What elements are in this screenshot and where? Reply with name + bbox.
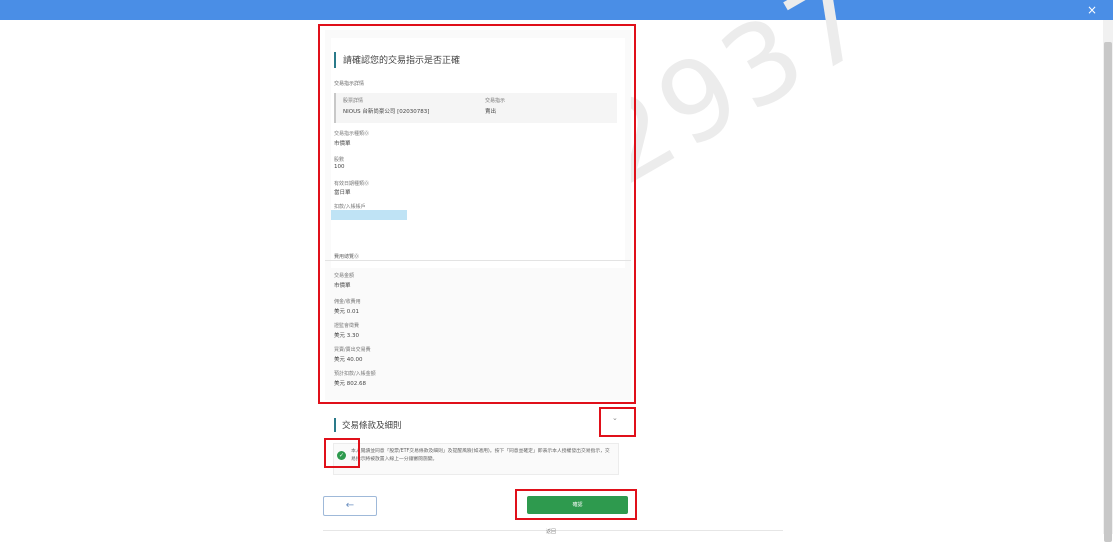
validity-value: 當日單	[334, 190, 351, 196]
title-accent	[334, 52, 336, 68]
trade-amount-value: 市價單	[334, 283, 351, 289]
order-type-value: 市價單	[334, 141, 351, 147]
stock-name-label: 股票詳情	[343, 98, 364, 104]
fee1-value: 美元 0.01	[334, 309, 359, 315]
total-label: 預計扣款/入帳金額	[334, 371, 376, 377]
order-type-label: 交易指示種類⓪	[334, 131, 370, 137]
agree-checkbox[interactable]: ✓	[337, 451, 346, 460]
quantity-value: 100	[334, 164, 345, 170]
fee2-label: 證監會徵費	[334, 323, 360, 329]
section-label: 交易指示詳情	[334, 81, 365, 87]
summary-label: 費用總覽⓪	[334, 254, 360, 260]
terms-title: 交易條款及細則	[342, 421, 402, 431]
order-details-panel	[331, 38, 625, 268]
back-button[interactable]: ←	[323, 496, 377, 516]
fee2-value: 美元 3.30	[334, 333, 359, 339]
trade-amount-label: 交易金額	[334, 273, 355, 279]
quantity-label: 股數	[334, 157, 345, 163]
fee3-value: 美元 40.00	[334, 357, 363, 363]
page-title: 請確認您的交易指示是否正確	[343, 56, 461, 66]
terms-accent	[334, 418, 336, 432]
account-label: 扣款/入帳帳戶	[334, 204, 366, 210]
scrollbar[interactable]	[1103, 20, 1113, 542]
instruction-label: 交易指示	[485, 98, 506, 104]
close-icon[interactable]: ×	[1087, 2, 1097, 18]
scrollbar-thumb[interactable]	[1104, 42, 1112, 542]
instruction-value: 賣出	[485, 109, 497, 115]
fee1-label: 佣金/收費用	[334, 299, 361, 305]
stock-name-value: NIOUS 台新尚豪公司 [02030783]	[343, 109, 430, 115]
divider	[325, 260, 631, 261]
validity-label: 有效日期種類⓪	[334, 181, 370, 187]
agreement-text: 本人閱讀並同意「股票/ETF交易條款及細則」及提醒風險(如適用)。按下「同意並確…	[351, 449, 610, 462]
window-title-bar: ×	[0, 0, 1113, 20]
total-value: 美元 802.68	[334, 381, 366, 387]
account-redacted	[331, 210, 407, 220]
fee3-label: 買賣/賣出交易費	[334, 347, 371, 353]
chevron-down-icon[interactable]: ⌄	[612, 414, 618, 422]
confirm-button[interactable]: 確認	[527, 496, 628, 514]
